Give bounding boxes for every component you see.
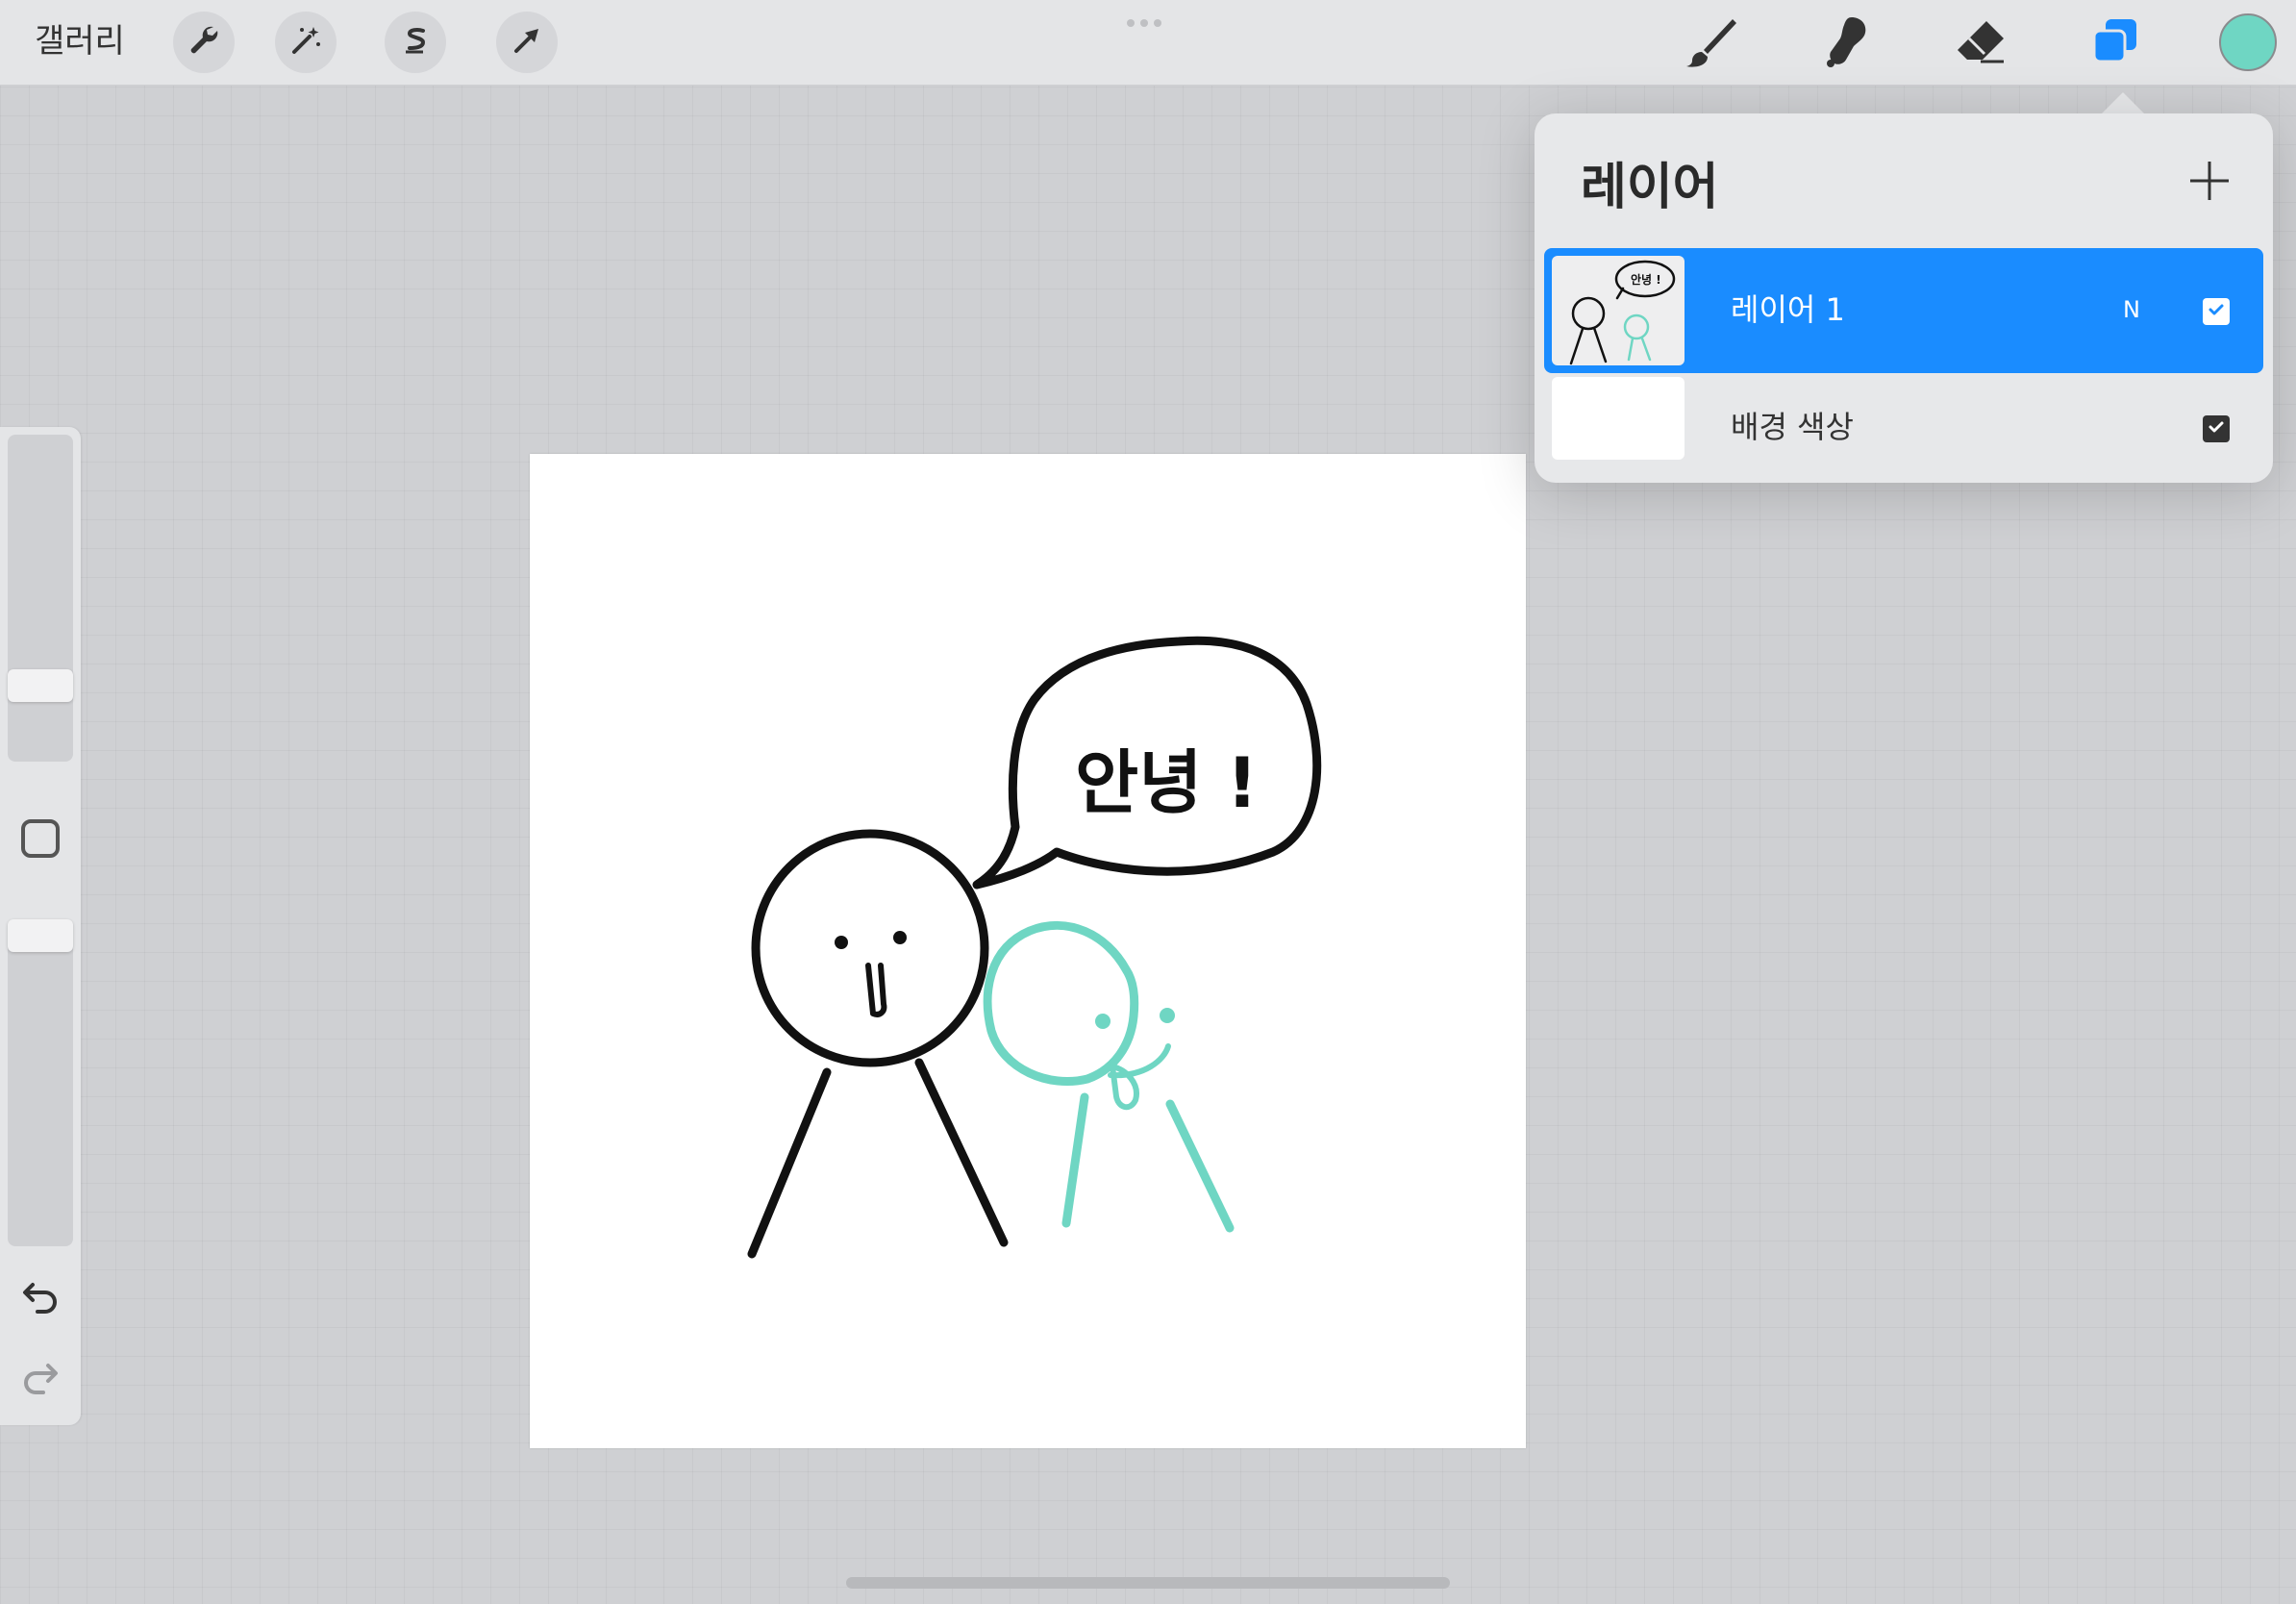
smudge-icon [1817,13,1875,75]
brush-size-slider[interactable] [8,435,73,762]
brush-tool[interactable] [1681,13,1742,75]
toolbar-grabber [1127,19,1161,27]
brush-icon [1683,13,1740,75]
opacity-thumb[interactable] [8,919,73,952]
left-sidebar [0,427,81,1425]
home-indicator [846,1577,1450,1589]
redo-icon [19,1364,62,1400]
friend-figure-head [983,920,1139,1087]
smudge-tool[interactable] [1815,13,1877,75]
layers-icon [2086,13,2144,75]
add-layer-button[interactable] [2183,154,2236,208]
selection-icon [396,21,435,63]
transform-button[interactable] [496,12,558,73]
blend-mode-button[interactable]: N [2123,294,2140,325]
modify-button[interactable] [21,819,60,858]
background-visibility-checkbox[interactable] [2203,415,2230,442]
magic-wand-icon [287,21,325,63]
layers-panel: 레이어 안녕 ! 레이어 1 N 배경 색상 [1535,113,2273,483]
drawing-canvas[interactable]: 안녕 ! [530,454,1526,1448]
checkmark-icon [2207,300,2226,323]
brush-size-thumb[interactable] [8,669,73,702]
gallery-button[interactable]: 갤러리 [35,19,125,63]
stick-figure-head [751,829,989,1067]
eraser-tool[interactable] [1950,13,2011,75]
transform-arrow-icon [508,21,546,63]
redo-button[interactable] [19,1354,62,1396]
layers-tool[interactable] [2084,13,2146,75]
color-picker-button[interactable] [2219,13,2277,71]
friend-figure-eye-right [1160,1008,1175,1023]
stick-figure-left-leg [747,1067,832,1259]
stick-figure-eye-right [893,931,907,944]
thumbnail-speech-text: 안녕 ! [1631,272,1661,287]
undo-icon [19,1283,62,1319]
plus-icon [2183,162,2236,212]
adjustments-button[interactable] [275,12,337,73]
layers-title: 레이어 [1581,159,1719,216]
friend-figure-eye-left [1095,1014,1111,1029]
layer-row-layer-1[interactable]: 안녕 ! 레이어 1 N [1544,248,2263,373]
checkmark-icon [2207,417,2226,440]
layer-visibility-checkbox[interactable] [2203,298,2230,325]
layer-thumbnail: 안녕 ! [1552,256,1685,365]
wrench-icon [185,21,223,63]
eraser-icon [1952,13,2009,75]
undo-button[interactable] [19,1273,62,1316]
opacity-slider[interactable] [8,919,73,1246]
layer-row-background-color[interactable]: 배경 색상 [1544,373,2263,481]
friend-figure-left-leg [1061,1092,1089,1228]
top-toolbar: 갤러리 [0,0,2296,86]
friend-figure-right-leg [1165,1099,1235,1233]
actions-button[interactable] [173,12,235,73]
canvas-drawing: 안녕 ! [747,636,1322,1259]
background-color-thumbnail[interactable] [1552,377,1685,460]
layers-popover-arrow [2100,92,2146,115]
stick-figure-eye-left [835,936,848,949]
speech-text: 안녕 ! [1075,742,1258,823]
layer-name: 배경 색상 [1731,409,1854,445]
layer-name: 레이어 1 [1731,291,1845,328]
selection-button[interactable] [385,12,446,73]
stick-figure-mouth [865,963,887,1017]
stick-figure-right-leg [914,1058,1009,1247]
